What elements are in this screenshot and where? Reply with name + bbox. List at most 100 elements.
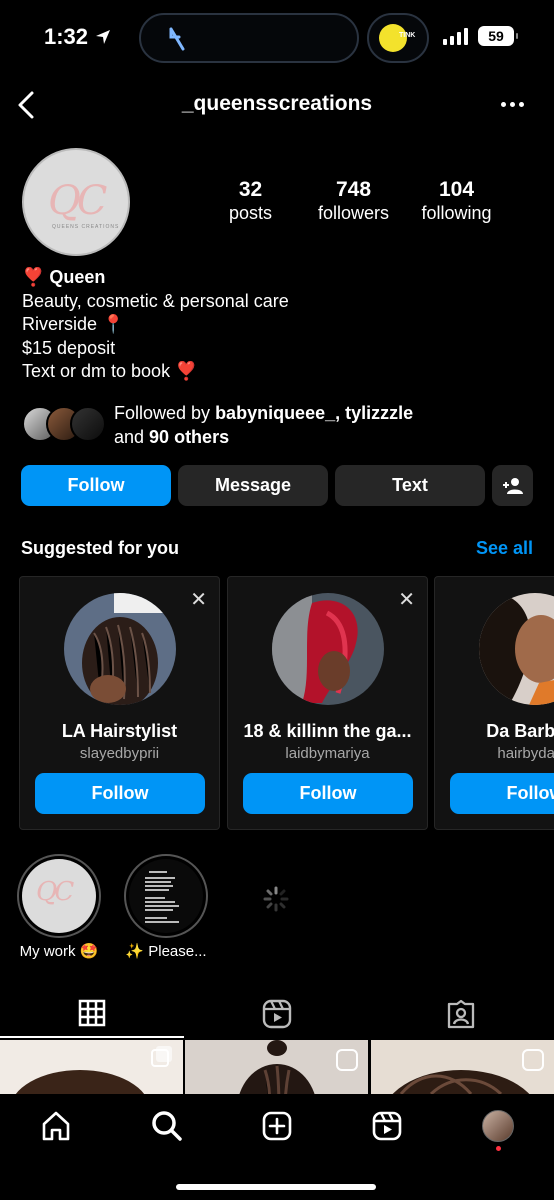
followed-by-prefix: Followed by	[114, 403, 216, 423]
highlight-label: ✨ Please...	[125, 943, 207, 960]
followed-by-text: Followed by babyniqueee_, tylizzzle and …	[114, 402, 413, 449]
suggested-handle: laidbymariya	[285, 745, 370, 762]
mutual-avatar	[70, 406, 106, 442]
tab-reels[interactable]	[185, 990, 369, 1038]
nav-create[interactable]	[257, 1108, 297, 1144]
suggested-cards: ✕ LA Hairstylist slayedbyprii Follow ✕ 1…	[19, 576, 554, 830]
highlight-cover	[129, 859, 203, 933]
text-button[interactable]: Text	[335, 465, 485, 506]
suggested-avatar[interactable]	[64, 593, 176, 705]
profile-avatar[interactable]: QC QUEENS CREATIONS	[22, 148, 130, 256]
profile-username: _queensscreations	[181, 92, 373, 115]
highlight-item[interactable]: ✨ Please...	[121, 854, 211, 960]
bio-line: Beauty, cosmetic & personal care	[22, 290, 289, 311]
suggested-name: 18 & killinn the ga...	[243, 721, 412, 741]
reels-icon	[262, 999, 292, 1029]
live-activity-pill[interactable]: TINK	[367, 13, 429, 63]
mutual-avatars	[22, 406, 106, 446]
suggested-name: Da Barb 💗	[486, 721, 554, 741]
tagged-icon	[447, 999, 475, 1029]
suggested-avatar[interactable]	[272, 593, 384, 705]
avatar-logo: QC	[48, 178, 107, 224]
highlight-label: My work 🤩	[19, 943, 99, 960]
profile-actions: Follow Message Text	[21, 465, 533, 506]
home-indicator[interactable]	[176, 1184, 376, 1190]
post-thumbnail[interactable]	[0, 1040, 183, 1094]
tab-tagged[interactable]	[369, 990, 553, 1038]
search-icon	[152, 1111, 182, 1141]
highlight-item[interactable]: QC My work 🤩	[14, 854, 104, 960]
highlight-ring	[124, 854, 208, 938]
suggested-title: Suggested for you	[21, 538, 180, 558]
nav-reels[interactable]	[367, 1108, 407, 1144]
nav-home[interactable]	[36, 1108, 76, 1144]
highlight-ring: QC	[17, 854, 101, 938]
followed-by-and: and	[114, 426, 150, 447]
stat-value: 748	[335, 178, 372, 201]
notification-dot	[496, 1146, 501, 1151]
more-options-icon[interactable]	[501, 102, 524, 107]
status-bar: 1:32 TINK 59	[0, 0, 554, 72]
add-person-button[interactable]	[492, 465, 533, 506]
suggested-header: Suggested for you See all	[21, 538, 533, 559]
profile-avatar-icon	[482, 1110, 514, 1142]
message-button[interactable]: Message	[178, 465, 328, 506]
stat-label: posts	[228, 203, 273, 223]
status-indicators: 59	[443, 26, 518, 46]
return-arrow-icon	[169, 27, 185, 51]
nav-profile[interactable]	[478, 1108, 518, 1144]
stat-label: followers	[317, 203, 390, 223]
bio-line: Text or dm to book ❣️	[22, 361, 198, 381]
battery-level: 59	[488, 28, 504, 44]
followed-by-users: babyniqueee_, tylizzzle	[215, 403, 414, 423]
profile-stats: 32 posts 748 followers 104 following	[199, 178, 508, 224]
stat-label: following	[421, 203, 492, 223]
home-icon	[42, 1111, 70, 1141]
status-time: 1:32	[44, 24, 112, 50]
signal-icon	[443, 27, 468, 45]
stat-value: 104	[438, 178, 475, 201]
bio-line: $15 deposit	[22, 337, 116, 358]
bio-name: ❣️ Queen	[22, 267, 106, 287]
avatar-logo-subtext: QUEENS CREATIONS	[52, 224, 120, 230]
battery-icon: 59	[478, 26, 518, 46]
follow-button[interactable]: Follow	[21, 465, 171, 506]
suggested-card[interactable]: Da Barb 💗 hairbydaba Follow	[434, 576, 554, 830]
stat-value: 32	[238, 178, 263, 201]
followed-by-others: 90 others	[149, 426, 230, 447]
see-all-link[interactable]: See all	[476, 538, 533, 559]
profile-bio: ❣️ Queen Beauty, cosmetic & personal car…	[22, 266, 289, 384]
highlight-logo: QC	[36, 877, 74, 907]
stat-followers[interactable]: 748 followers	[302, 178, 405, 224]
profile-header: _queensscreations	[0, 78, 554, 134]
dismiss-icon[interactable]: ✕	[398, 587, 415, 612]
tab-grid[interactable]	[0, 990, 184, 1038]
highlight-cover: QC	[22, 859, 96, 933]
bio-line: Riverside 📍	[22, 314, 125, 334]
activity-label: TINK	[399, 32, 416, 39]
stat-following[interactable]: 104 following	[405, 178, 508, 224]
loading-spinner-icon	[262, 885, 290, 918]
dismiss-icon[interactable]: ✕	[190, 587, 207, 612]
suggested-follow-button[interactable]: Follow	[450, 773, 554, 814]
post-thumbnail[interactable]	[371, 1040, 554, 1094]
nav-search[interactable]	[147, 1108, 187, 1144]
time-label: 1:32	[44, 24, 89, 49]
suggested-name: LA Hairstylist	[61, 721, 178, 741]
profile-tabs	[0, 990, 554, 1038]
followed-by[interactable]: Followed by babyniqueee_, tylizzzle and …	[22, 402, 542, 450]
suggested-card[interactable]: ✕ LA Hairstylist slayedbyprii Follow	[19, 576, 220, 830]
grid-icon	[78, 999, 106, 1027]
location-arrow-icon	[96, 30, 111, 44]
add-person-icon	[502, 477, 523, 494]
dynamic-island[interactable]	[139, 13, 359, 63]
suggested-card[interactable]: ✕ 18 & killinn the ga... laidbymariya Fo…	[227, 576, 428, 830]
stat-posts[interactable]: 32 posts	[199, 178, 302, 224]
posts-grid	[0, 1040, 554, 1094]
suggested-handle: slayedbyprii	[79, 745, 160, 762]
suggested-follow-button[interactable]: Follow	[35, 773, 205, 814]
suggested-avatar[interactable]	[479, 593, 554, 705]
suggested-follow-button[interactable]: Follow	[243, 773, 413, 814]
post-thumbnail[interactable]	[185, 1040, 368, 1094]
plus-square-icon	[262, 1111, 292, 1141]
